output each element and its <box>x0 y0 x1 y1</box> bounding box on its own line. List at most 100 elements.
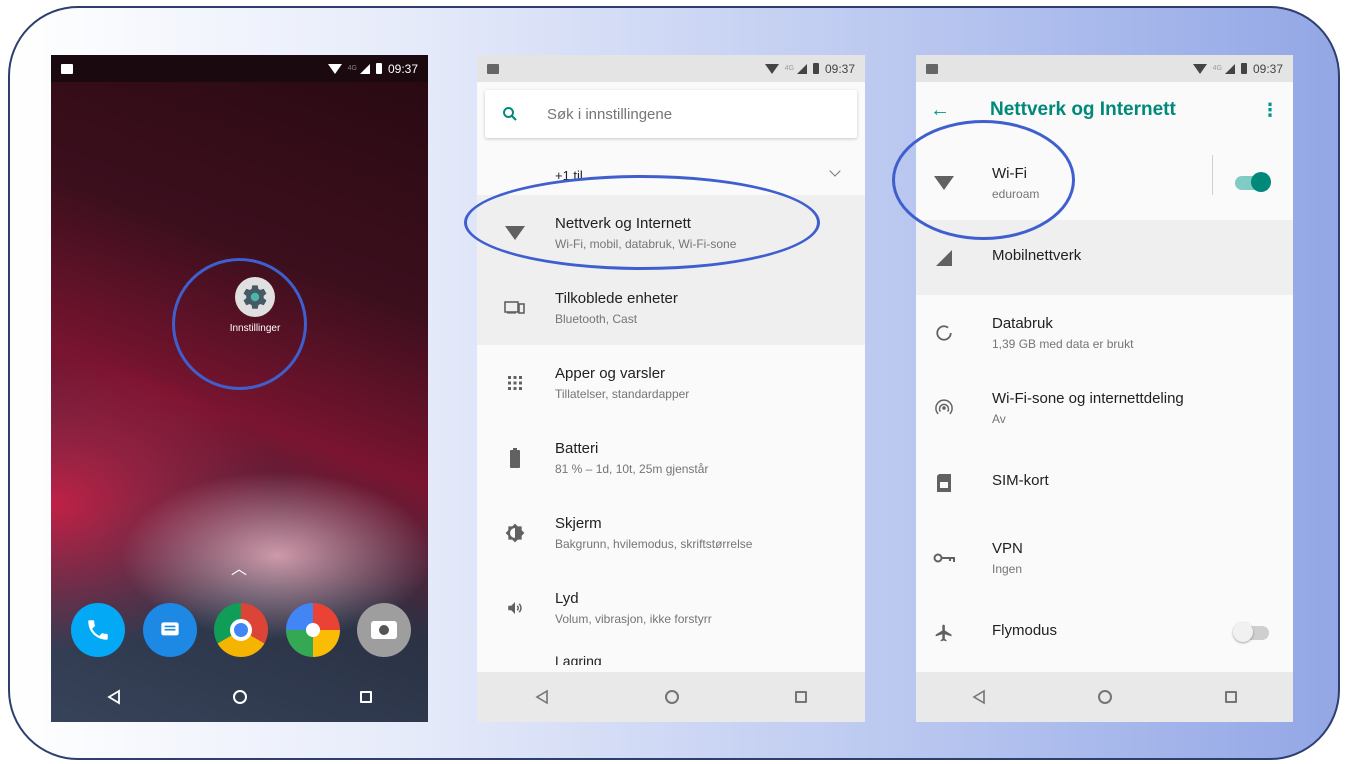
battery-icon <box>497 446 533 470</box>
wifi-status-icon <box>1192 63 1207 74</box>
back-nav-icon[interactable] <box>972 689 986 705</box>
settings-item-title: Tilkoblede enheter <box>555 289 678 307</box>
network-item-sim[interactable]: SIM-kort <box>916 445 1293 520</box>
navigation-bar <box>51 672 428 722</box>
clock: 09:37 <box>824 61 855 76</box>
network-type: 4G <box>1212 65 1222 72</box>
network-item-subtitle: 1,39 GB med data er brukt <box>992 336 1134 351</box>
settings-item-network[interactable]: Nettverk og Internett Wi-Fi, mobil, datab… <box>477 195 865 270</box>
chrome-icon[interactable] <box>214 603 268 657</box>
network-item-title: Wi-Fi-sone og internettdeling <box>992 389 1184 407</box>
settings-item-sound[interactable]: Lyd Volum, vibrasjon, ikke forstyrr <box>477 570 865 645</box>
settings-item-title: Nettverk og Internett <box>555 214 691 232</box>
phone-network-screen: 4G 09:37 ← Nettverk og Internett ⋮ Wi-Fi… <box>916 55 1293 722</box>
airplane-mode-toggle[interactable] <box>1233 621 1269 642</box>
settings-item-battery[interactable]: Batteri 81 % – 1d, 10t, 25m gjenstår <box>477 420 865 495</box>
chrome-core <box>230 619 252 641</box>
divider <box>1212 155 1213 195</box>
signal-icon <box>359 63 370 74</box>
network-item-vpn[interactable]: VPN Ingen <box>916 520 1293 595</box>
network-item-mobile[interactable]: Mobilnettverk <box>916 220 1293 295</box>
camera-icon[interactable] <box>357 603 411 657</box>
network-item-airplane[interactable]: Flymodus <box>916 595 1293 670</box>
overflow-menu-icon[interactable]: ⋮ <box>1261 100 1279 121</box>
camera-body <box>371 621 397 639</box>
wifi-status-icon <box>764 63 779 74</box>
status-bar: 4G 09:37 <box>51 55 428 82</box>
search-icon <box>503 107 517 121</box>
settings-item-subtitle: Tillatelser, standardapper <box>555 386 690 401</box>
network-item-subtitle: eduroam <box>992 186 1040 201</box>
devices-icon <box>497 296 533 320</box>
settings-item-title: Lyd <box>555 589 579 607</box>
phone-settings-screen: 4G 09:37 Søk i innstillingene +1 til Net… <box>477 55 865 722</box>
settings-item-title: Batteri <box>555 439 599 457</box>
network-type: 4G <box>347 65 357 72</box>
recents-nav-icon[interactable] <box>1224 691 1237 703</box>
settings-item-title: Skjerm <box>555 514 602 532</box>
app-drawer-arrow-icon[interactable]: ︿ <box>231 555 247 579</box>
settings-search-bar[interactable]: Søk i innstillingene <box>485 90 857 138</box>
battery-status-icon <box>812 63 819 74</box>
page-title: Nettverk og Internett <box>990 99 1176 120</box>
signal-icon <box>1224 63 1235 74</box>
network-item-subtitle: Ingen <box>992 561 1023 576</box>
chevron-down-icon <box>829 165 841 177</box>
recents-nav-icon[interactable] <box>795 691 807 703</box>
settings-item-subtitle: Wi-Fi, mobil, databruk, Wi-Fi-sone <box>555 236 737 251</box>
signal-icon <box>796 63 807 74</box>
network-item-title: Flymodus <box>992 621 1058 639</box>
vpn-key-icon <box>932 546 956 570</box>
more-suggestions-row[interactable]: +1 til <box>477 155 865 195</box>
settings-item-title: Apper og varsler <box>555 364 666 382</box>
network-type: 4G <box>784 65 794 72</box>
messages-icon[interactable] <box>142 603 197 657</box>
battery-status-icon <box>375 63 382 74</box>
clock: 09:37 <box>1252 61 1283 76</box>
network-item-data-usage[interactable]: Databruk 1,39 GB med data er brukt <box>916 295 1293 370</box>
app-bar: ← Nettverk og Internett ⋮ <box>916 82 1293 138</box>
photos-icon[interactable] <box>285 603 340 657</box>
wifi-icon <box>932 171 956 195</box>
network-item-wifi[interactable]: Wi-Fi eduroam <box>916 145 1293 220</box>
clock: 09:37 <box>387 61 418 76</box>
settings-item-subtitle: Volum, vibrasjon, ikke forstyrr <box>555 611 712 626</box>
settings-item-connected-devices[interactable]: Tilkoblede enheter Bluetooth, Cast <box>477 270 865 345</box>
notification-icon <box>61 63 73 74</box>
status-bar: 4G 09:37 <box>916 55 1293 82</box>
photos-core <box>305 623 320 637</box>
wifi-icon <box>497 221 533 245</box>
apps-icon <box>497 371 533 395</box>
phone-icon[interactable] <box>71 603 125 657</box>
notification-icon <box>926 63 938 74</box>
network-item-subtitle: Av <box>992 411 1006 426</box>
status-bar: 4G 09:37 <box>477 55 865 82</box>
wifi-toggle[interactable] <box>1235 171 1271 192</box>
network-settings-list: Wi-Fi eduroam Mobilnettverk Databruk 1,39 … <box>916 145 1293 670</box>
airplane-icon <box>932 621 956 645</box>
battery-status-icon <box>1240 63 1247 74</box>
hotspot-icon <box>932 396 956 420</box>
recents-nav-icon[interactable] <box>359 691 372 703</box>
settings-app[interactable]: Innstillinger <box>215 277 295 334</box>
back-nav-icon[interactable] <box>535 689 549 705</box>
network-item-hotspot[interactable]: Wi-Fi-sone og internettdeling Av <box>916 370 1293 445</box>
sim-card-icon <box>932 471 956 495</box>
gear-icon <box>235 277 275 317</box>
network-item-title: VPN <box>992 539 1023 557</box>
back-nav-icon[interactable] <box>107 689 121 705</box>
home-nav-icon[interactable] <box>1098 690 1113 704</box>
home-nav-icon[interactable] <box>665 690 679 704</box>
navigation-bar <box>916 672 1293 722</box>
phone-home-screen: 4G 09:37 Innstillinger ︿ <box>51 55 428 722</box>
home-nav-icon[interactable] <box>233 690 248 704</box>
settings-item-storage-partial[interactable]: Lagring <box>477 645 865 665</box>
dock <box>71 603 411 657</box>
settings-item-apps[interactable]: Apper og varsler Tillatelser, standardapp… <box>477 345 865 420</box>
volume-icon <box>497 596 533 620</box>
back-arrow-icon[interactable]: ← <box>930 99 970 122</box>
search-placeholder: Søk i innstillingene <box>547 105 673 123</box>
cellular-signal-icon <box>932 246 956 270</box>
settings-item-display[interactable]: Skjerm Bakgrunn, hvilemodus, skriftstørre… <box>477 495 865 570</box>
settings-item-subtitle: Bluetooth, Cast <box>555 311 638 326</box>
